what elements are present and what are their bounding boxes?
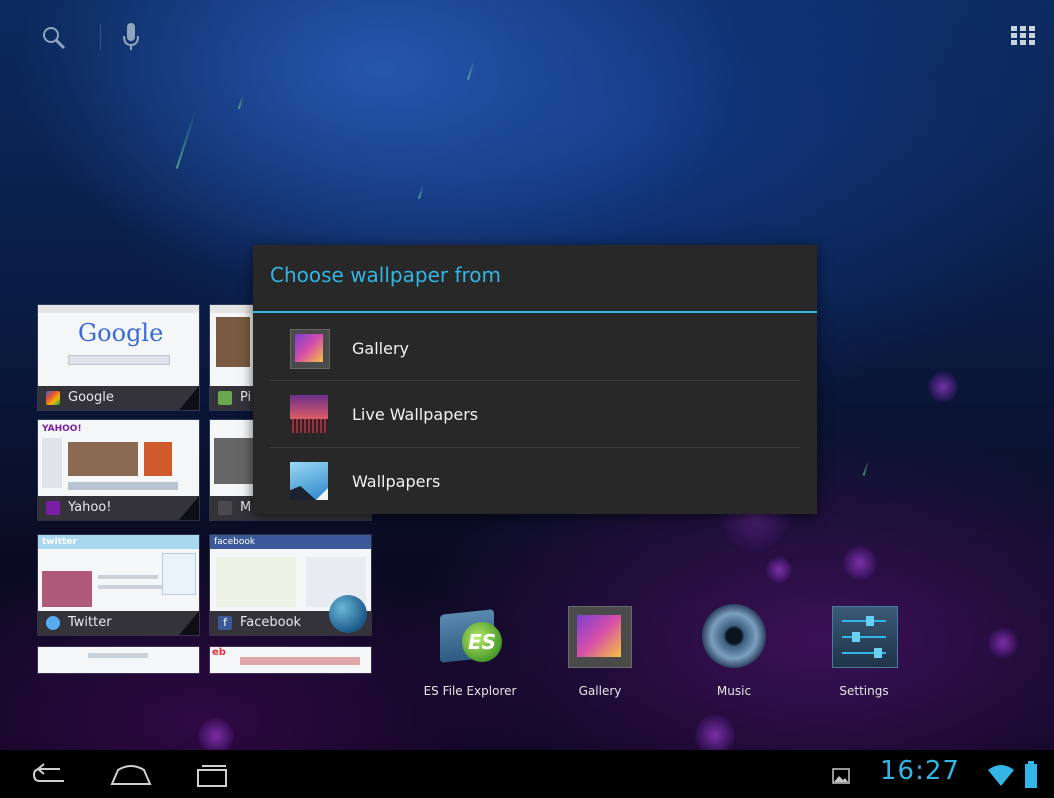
screenshot-notification-icon[interactable] [832,768,850,784]
facebook-logo: facebook [214,537,256,547]
wifi-icon [988,765,1014,786]
google-logo: Google [78,319,164,347]
gallery-icon [288,327,330,369]
widget-label-pi: Pi [240,390,252,405]
system-bar: 16:27 [0,750,1054,798]
settings-icon [832,604,898,668]
widget-yahoo[interactable]: YAHOO! Yahoo! [38,420,199,520]
ebay-logo: eb [212,647,226,658]
wallpapers-icon [288,460,330,502]
dock-label-gallery: Gallery [578,684,622,698]
widget-label-facebook: Facebook [240,615,302,630]
home-icon[interactable] [108,760,154,790]
widget-ebay[interactable]: eb [210,647,371,673]
option-wallpapers[interactable]: Wallpapers [270,448,800,514]
twitter-logo: twitter [42,537,77,547]
option-label-wallpapers: Wallpapers [352,471,441,491]
option-gallery[interactable]: Gallery [270,315,800,381]
es-file-explorer-icon: ES [438,604,502,668]
back-icon[interactable] [30,760,70,790]
widget-label-m: M [240,500,252,515]
widget-partial-1[interactable] [38,647,199,673]
widget-google[interactable]: Google Google [38,305,199,410]
option-label-gallery: Gallery [352,338,409,358]
widget-label-yahoo: Yahoo! [68,500,112,515]
dialog-title: Choose wallpaper from [270,263,501,287]
music-icon [702,604,766,668]
dock-label-es-file-explorer: ES File Explorer [423,684,517,698]
apps-grid-icon[interactable] [1011,26,1035,46]
mic-icon[interactable] [120,22,142,52]
search-bar-divider [100,24,101,50]
battery-icon [1025,761,1037,788]
widget-label-twitter: Twitter [68,615,112,630]
choose-wallpaper-dialog: Choose wallpaper from Gallery Live Wallp… [253,245,817,514]
status-clock[interactable]: 16:27 [880,756,960,786]
dock-label-music: Music [716,684,752,698]
facebook-icon: f [218,616,232,630]
search-icon[interactable] [40,24,68,52]
widget-label-google: Google [68,390,114,405]
recent-apps-icon[interactable] [192,760,232,790]
google-icon [46,391,60,405]
live-wallpapers-icon [288,393,330,435]
gallery-icon [568,604,632,668]
picasa-icon [218,391,232,405]
yahoo-icon [46,501,60,515]
option-label-live-wallpapers: Live Wallpapers [352,404,479,424]
twitter-bird-icon [46,616,60,630]
widget-facebook[interactable]: facebook f Facebook [210,535,371,635]
option-live-wallpapers[interactable]: Live Wallpapers [270,381,800,447]
dialog-title-divider [253,311,817,313]
dock-label-settings: Settings [839,684,889,698]
widget-twitter[interactable]: twitter Twitter [38,535,199,635]
globe-icon [329,595,367,633]
msn-icon [218,501,232,515]
yahoo-logo: YAHOO! [42,424,82,434]
